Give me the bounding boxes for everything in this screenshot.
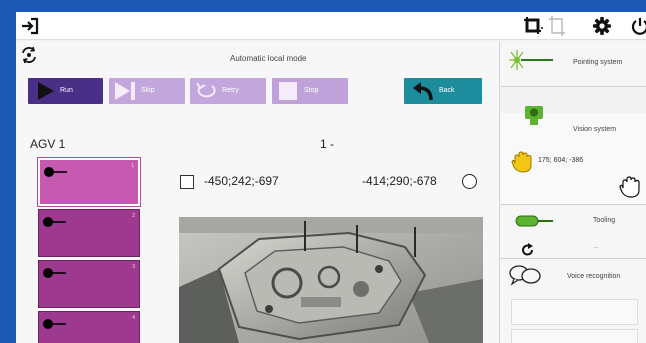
target-frame-icon[interactable] [522, 16, 543, 36]
tool-icon [515, 215, 553, 227]
vision-system-title: Vision system [573, 126, 617, 133]
refresh-icon[interactable] [521, 243, 535, 257]
run-label: Run [60, 87, 73, 94]
pin-icon [44, 167, 67, 177]
power-icon[interactable] [630, 16, 646, 36]
voice-recognition-title: Voice recognition [567, 273, 621, 280]
back-button[interactable]: Back [404, 78, 482, 104]
target-coordinates: -450;242;-697 [204, 174, 279, 188]
pin-icon [43, 217, 66, 227]
back-label: Back [439, 87, 455, 94]
top-toolbar [16, 12, 646, 40]
play-icon [38, 82, 54, 100]
retry-icon [196, 82, 216, 98]
vision-system-panel[interactable]: Vision system 175; 604; -386 [501, 106, 646, 205]
pin-icon [43, 319, 66, 329]
systems-panel: Pointing system Vision system 175; 604; … [501, 41, 646, 343]
stop-label: Stop [304, 87, 319, 94]
retry-button[interactable]: Retry [190, 78, 266, 104]
app-window: Automatic local mode Run Skip Retry Stop… [16, 12, 646, 343]
speech-bubbles-icon [509, 265, 541, 286]
tooling-panel[interactable]: Tooling -- [501, 207, 646, 259]
gearbox-camera-image [179, 217, 483, 343]
main-panel: Automatic local mode Run Skip Retry Stop… [16, 41, 500, 343]
agv-step-item[interactable]: 3 [38, 260, 140, 308]
tooling-value: -- [594, 245, 599, 252]
step-counter: 1 - [320, 137, 335, 151]
frame-icon[interactable] [546, 16, 566, 36]
measured-coordinates: -414;290;-678 [362, 174, 437, 188]
voice-recognition-panel[interactable]: Voice recognition [501, 261, 646, 343]
run-button[interactable]: Run [28, 78, 103, 104]
skip-label: Skip [141, 87, 155, 94]
agv-step-item[interactable]: 4 [38, 311, 140, 343]
skip-button[interactable]: Skip [109, 78, 185, 104]
stop-button[interactable]: Stop [272, 78, 348, 104]
voice-response-field[interactable] [511, 329, 638, 343]
gear-icon[interactable] [592, 16, 612, 36]
voice-command-field[interactable] [511, 299, 638, 325]
pointing-system-panel[interactable]: Pointing system [501, 41, 646, 87]
agv-title: AGV 1 [30, 137, 66, 151]
coordinate-checkbox[interactable] [180, 175, 194, 189]
skip-icon [115, 82, 135, 100]
retry-label: Retry [222, 87, 239, 94]
hand-cursor-icon [619, 176, 640, 198]
pin-icon [43, 268, 66, 278]
camera-icon [525, 106, 543, 125]
vision-coordinates: 175; 604; -386 [538, 157, 584, 164]
back-arrow-icon [413, 82, 433, 101]
laser-pointer-icon [509, 50, 553, 70]
pointing-system-title: Pointing system [573, 59, 623, 66]
hand-icon [511, 151, 532, 173]
camera-view [179, 217, 483, 343]
stop-icon [279, 82, 297, 100]
exit-icon[interactable] [20, 16, 40, 36]
coordinate-radio[interactable] [462, 174, 477, 189]
auto-mode-icon [20, 46, 38, 64]
agv-step-item[interactable]: 2 [38, 209, 140, 257]
agv-step-item[interactable]: 1 [37, 157, 141, 207]
mode-title: Automatic local mode [230, 54, 307, 63]
tooling-title: Tooling [593, 217, 616, 224]
